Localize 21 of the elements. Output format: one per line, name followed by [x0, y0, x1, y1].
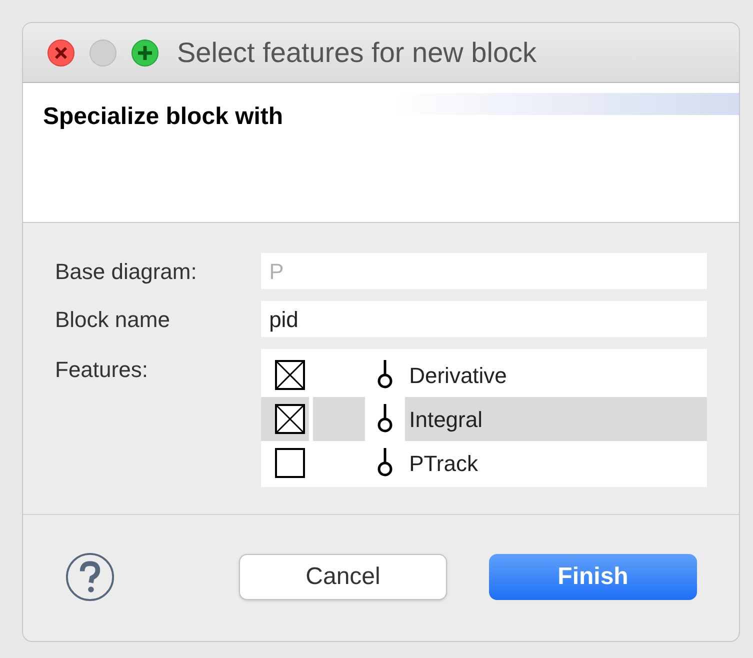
zoom-icon[interactable]: [131, 38, 159, 66]
checkbox[interactable]: [275, 360, 306, 390]
text-field[interactable]: pid: [261, 301, 707, 337]
field-label: Base diagram:: [55, 258, 198, 286]
field-label: Block name: [55, 306, 171, 334]
help-icon[interactable]: [65, 551, 115, 603]
interface-icon: [377, 404, 394, 434]
feature-name: Integral: [408, 406, 482, 434]
feature-row[interactable]: Derivative: [261, 353, 707, 397]
secondary-button[interactable]: Cancel: [239, 554, 447, 600]
interface-icon: [377, 448, 394, 478]
feature-name: Derivative: [408, 362, 507, 390]
header-title: Specialize block with: [43, 102, 284, 132]
checkbox[interactable]: [275, 404, 306, 434]
field-label: Features:: [55, 356, 149, 384]
checkbox[interactable]: [275, 448, 306, 478]
feature-name: PTrack: [408, 450, 478, 478]
interface-icon: [377, 360, 394, 390]
close-icon[interactable]: [47, 38, 75, 66]
feature-row[interactable]: PTrack: [261, 441, 707, 485]
window-title: Select features for new block: [177, 36, 537, 70]
